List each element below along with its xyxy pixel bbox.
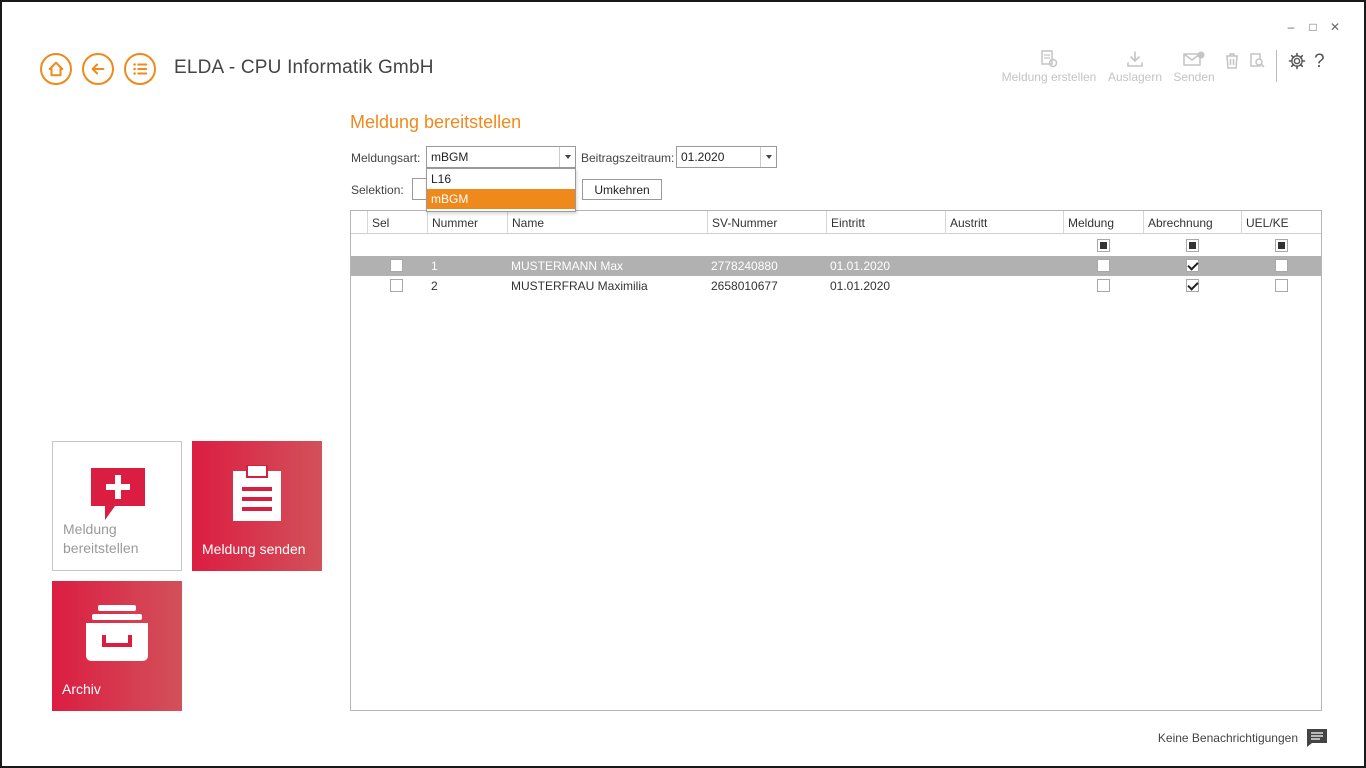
cell-austritt [945,276,953,296]
close-button[interactable]: ✕ [1330,20,1340,34]
dropdown-option-l16[interactable]: L16 [427,169,575,189]
column-header-sel[interactable]: Sel [367,211,427,234]
cell-austritt [945,256,953,276]
meldungsart-dropdown: L16 mBGM [426,168,576,212]
selektion-label: Selektion: [351,183,404,197]
meldung-checkbox[interactable] [1097,279,1110,292]
auslagern-label: Auslagern [1107,70,1163,84]
table-row[interactable]: 2 MUSTERFRAU Maximilia 2658010677 01.01.… [351,276,1321,296]
column-header-austritt[interactable]: Austritt [945,211,1064,234]
home-icon [48,61,64,77]
meldung-erstellen-label: Meldung erstellen [1001,70,1097,84]
cell-eintritt: 01.01.2020 [830,259,891,273]
help-icon[interactable]: ? [1314,51,1325,73]
column-header-nummer[interactable]: Nummer [427,211,507,234]
column-header-meldung[interactable]: Meldung [1063,211,1143,234]
minimize-button[interactable]: – [1286,20,1296,34]
clipboard-icon [233,465,281,521]
senden-label: Senden [1173,70,1215,84]
row-select-checkbox[interactable] [390,259,403,272]
senden-button[interactable]: Senden [1172,50,1216,84]
meldung-checkbox[interactable] [1097,259,1110,272]
chevron-down-icon[interactable] [760,147,776,167]
select-all-meldung-checkbox[interactable] [1097,239,1110,252]
document-search-icon [1250,53,1265,68]
select-all-row [351,236,1321,256]
delete-button[interactable] [1224,52,1240,75]
abrechnung-checkbox[interactable] [1186,279,1199,292]
tile-meldung-bereitstellen[interactable]: Meldung bereitstellen [52,441,182,571]
cell-nummer: 2 [431,279,438,293]
gear-icon [1288,52,1306,70]
uel-ke-checkbox[interactable] [1275,279,1288,292]
settings-button[interactable] [1288,52,1306,75]
beitragszeitraum-select[interactable]: 01.2020 [676,146,777,168]
tile-archiv[interactable]: Archiv [52,581,182,711]
tile-meldung-senden[interactable]: Meldung senden [192,441,322,571]
column-header-abrechnung[interactable]: Abrechnung [1143,211,1242,234]
notifications-bar[interactable]: Keine Benachrichtigungen [1158,728,1328,748]
dropdown-option-mbgm[interactable]: mBGM [427,189,575,209]
home-button[interactable] [40,53,72,85]
meldungsart-label: Meldungsart: [351,151,421,165]
chat-icon[interactable] [1306,728,1328,748]
cell-eintritt: 01.01.2020 [830,279,891,293]
umkehren-button[interactable]: Umkehren [582,179,662,200]
archive-box-icon [86,605,148,661]
download-icon [1127,51,1143,67]
search-document-button[interactable] [1250,52,1266,75]
cell-sv-nummer: 2778240880 [711,259,778,273]
uel-ke-checkbox[interactable] [1275,259,1288,272]
beitragszeitraum-label: Beitragszeitraum: [581,151,675,165]
tile-label: Meldung senden [202,541,306,557]
trash-icon [1226,53,1238,69]
arrow-left-icon [91,63,105,75]
table-row[interactable]: 1 MUSTERMANN Max 2778240880 01.01.2020 [351,256,1321,276]
meldungsart-select[interactable]: mBGM [426,146,576,168]
column-header-eintritt[interactable]: Eintritt [826,211,946,234]
app-title: ELDA - CPU Informatik GmbH [174,57,434,78]
abrechnung-checkbox[interactable] [1186,259,1199,272]
notifications-text: Keine Benachrichtigungen [1157,731,1298,745]
cell-nummer: 1 [431,259,438,273]
maximize-button[interactable]: □ [1308,20,1318,34]
employee-grid: Sel Nummer Name SV-Nummer Eintritt Austr… [350,210,1322,711]
select-all-uel-ke-checkbox[interactable] [1275,239,1288,252]
toolbar-separator [1276,50,1277,82]
cell-sv-nummer: 2658010677 [711,279,778,293]
meldungsart-value: mBGM [431,150,469,164]
beitragszeitraum-value: 01.2020 [681,150,725,164]
speech-bubble-plus-icon [91,468,145,520]
list-icon [133,63,148,75]
meldung-erstellen-button[interactable]: Meldung erstellen [1000,50,1098,84]
column-header-sv-nummer[interactable]: SV-Nummer [707,211,827,234]
page-title: Meldung bereitstellen [350,112,522,132]
menu-button[interactable] [124,53,156,85]
tile-label: Archiv [62,681,101,697]
cell-name: MUSTERMANN Max [511,259,624,273]
tile-label-line1: Meldung [63,521,117,537]
chevron-down-icon[interactable] [559,147,575,167]
tile-label: Meldung bereitstellen [63,520,139,558]
column-header-name[interactable]: Name [507,211,707,234]
document-stack-icon [1041,50,1058,68]
cell-name: MUSTERFRAU Maximilia [511,279,648,293]
window-controls: – □ ✕ [1286,20,1340,34]
back-button[interactable] [82,53,114,85]
envelope-icon [1183,51,1205,66]
row-select-checkbox[interactable] [390,279,403,292]
tile-label-line2: bereitstellen [63,540,139,556]
grid-header: Sel Nummer Name SV-Nummer Eintritt Austr… [351,211,1321,234]
auslagern-button[interactable]: Auslagern [1106,50,1164,84]
select-all-abrechnung-checkbox[interactable] [1186,239,1199,252]
column-header-uel-ke[interactable]: UEL/KE [1241,211,1321,234]
